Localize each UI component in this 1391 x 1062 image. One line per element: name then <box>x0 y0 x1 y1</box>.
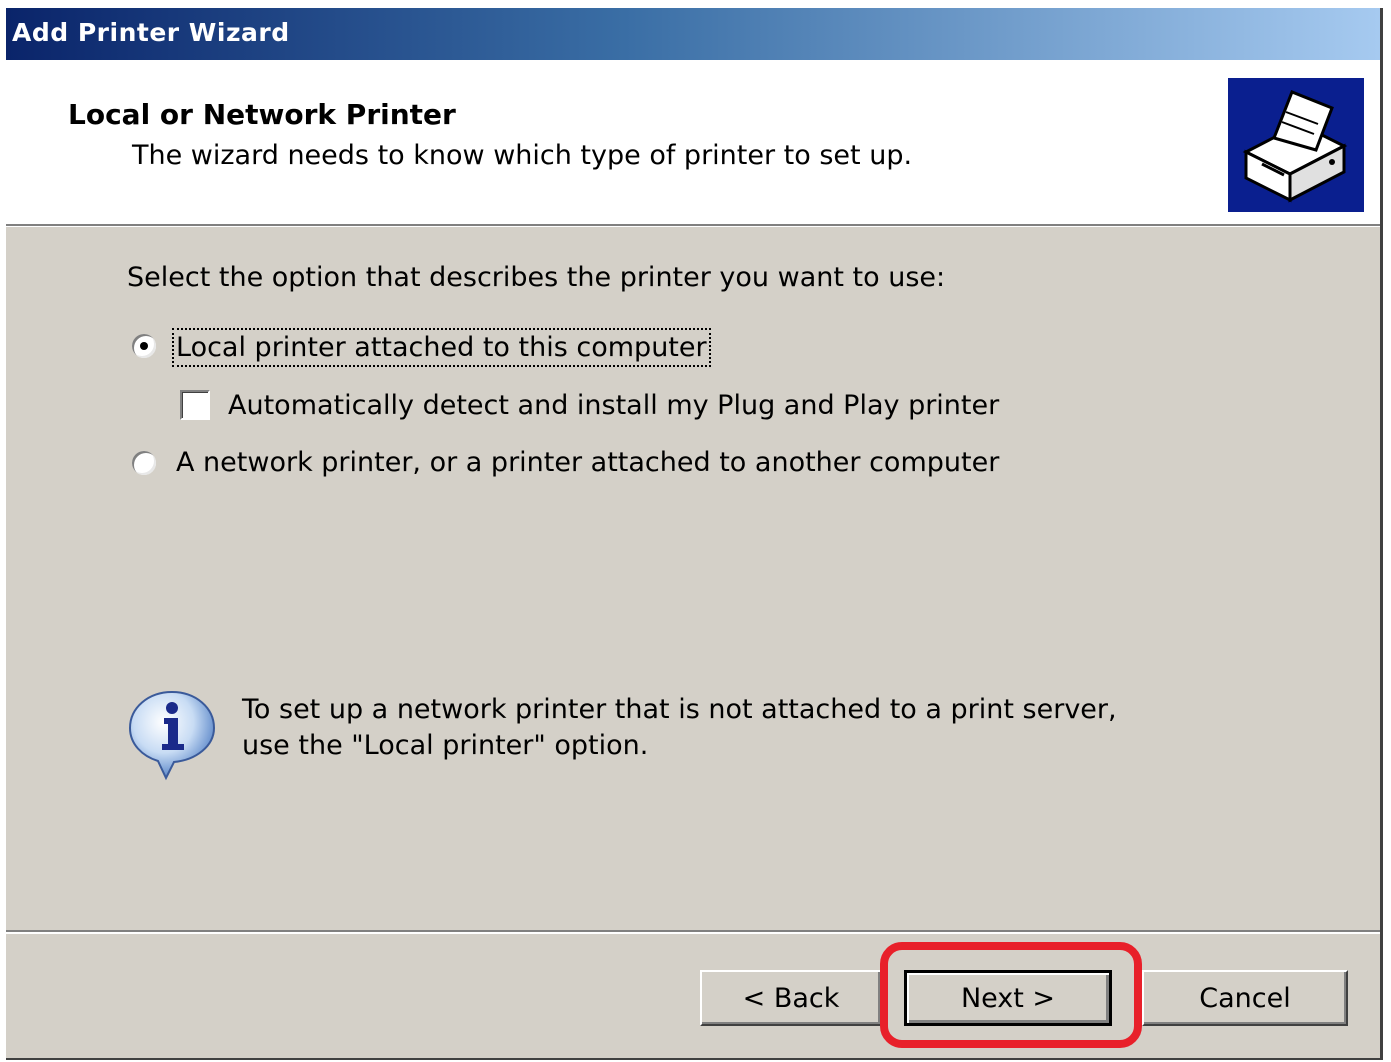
info-message-line-2: use the "Local printer" option. <box>242 730 649 761</box>
info-icon <box>124 686 220 782</box>
add-printer-wizard-window: Add Printer Wizard Local or Network Prin… <box>6 8 1383 1060</box>
next-button[interactable]: Next > <box>904 970 1112 1026</box>
selection-prompt: Select the option that describes the pri… <box>127 262 946 293</box>
back-button[interactable]: < Back <box>700 970 882 1026</box>
network-printer-radio[interactable] <box>132 451 156 475</box>
page-title: Local or Network Printer <box>68 98 456 131</box>
footer-divider <box>6 930 1380 934</box>
local-printer-radio[interactable] <box>132 334 156 358</box>
plug-and-play-label[interactable]: Automatically detect and install my Plug… <box>228 390 999 421</box>
network-printer-label[interactable]: A network printer, or a printer attached… <box>176 447 999 478</box>
header-divider <box>6 224 1380 227</box>
cancel-button[interactable]: Cancel <box>1142 970 1348 1026</box>
info-message: To set up a network printer that is not … <box>242 692 1117 764</box>
local-printer-label[interactable]: Local printer attached to this computer <box>172 328 711 367</box>
radio-selected-dot <box>140 342 148 350</box>
page-subtitle: The wizard needs to know which type of p… <box>132 140 913 171</box>
title-bar[interactable]: Add Printer Wizard <box>6 8 1380 60</box>
plug-and-play-checkbox[interactable] <box>180 390 210 420</box>
printer-icon <box>1228 78 1364 212</box>
window-title: Add Printer Wizard <box>12 18 290 47</box>
wizard-header: Local or Network Printer The wizard need… <box>6 60 1380 224</box>
info-message-line-1: To set up a network printer that is not … <box>242 694 1117 725</box>
